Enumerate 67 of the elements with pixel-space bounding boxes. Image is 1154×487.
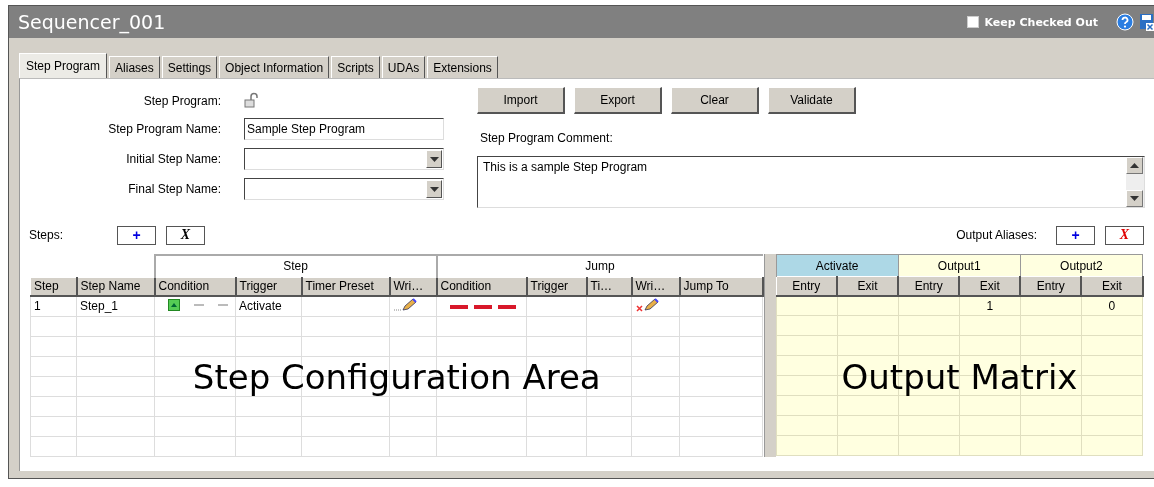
delete-button[interactable]: X bbox=[166, 225, 205, 245]
tab[interactable]: Aliases bbox=[109, 56, 160, 78]
dropdown-button[interactable] bbox=[426, 150, 442, 168]
comment-field[interactable]: This is a sample Step Program bbox=[477, 156, 1145, 208]
floppy-icon[interactable] bbox=[1140, 13, 1154, 31]
delete-button[interactable]: X bbox=[1105, 225, 1144, 245]
column-header[interactable]: Condition bbox=[436, 277, 527, 296]
table-cell: 1 bbox=[30, 296, 77, 316]
column-header[interactable]: Step bbox=[30, 277, 77, 296]
column-header[interactable]: Trigger bbox=[526, 277, 587, 296]
tab[interactable]: Scripts bbox=[331, 56, 380, 78]
column-header[interactable]: Exit bbox=[959, 276, 1021, 296]
dropdown-button[interactable] bbox=[426, 180, 442, 198]
down-arrow-icon bbox=[429, 186, 439, 192]
area-label: Step Configuration Area bbox=[192, 357, 601, 398]
scroll-down-button[interactable] bbox=[1126, 190, 1143, 207]
keep-checked-out-checkbox[interactable]: Keep Checked Out bbox=[966, 15, 1098, 29]
input-field[interactable]: Sample Step Program bbox=[244, 118, 444, 140]
action-button[interactable]: Export bbox=[574, 87, 662, 114]
column-header[interactable]: Exit bbox=[1081, 276, 1143, 296]
add-button[interactable]: + bbox=[117, 225, 156, 245]
output-header[interactable]: Activate bbox=[776, 254, 899, 277]
action-button[interactable]: Import bbox=[477, 87, 565, 114]
up-arrow-icon bbox=[1130, 163, 1139, 168]
column-header[interactable]: Entry bbox=[898, 276, 960, 296]
action-button[interactable]: Clear bbox=[671, 87, 759, 114]
column-header[interactable]: Condition bbox=[154, 277, 236, 296]
tab[interactable]: Step Program bbox=[19, 53, 108, 78]
field-label: Step Program: bbox=[142, 94, 221, 108]
column-header[interactable]: Timer Preset bbox=[301, 277, 390, 296]
field-label: Step Program Name: bbox=[107, 122, 221, 136]
scroll-up-button[interactable] bbox=[1126, 157, 1143, 174]
down-arrow-icon bbox=[1130, 196, 1139, 201]
section-label: Output Aliases: bbox=[956, 228, 1037, 242]
column-header[interactable]: Entry bbox=[1020, 276, 1082, 296]
field-label: Final Step Name: bbox=[127, 182, 221, 196]
table-cell: Step_1 bbox=[76, 296, 155, 316]
dropdown-field[interactable] bbox=[244, 148, 444, 170]
action-button[interactable]: Validate bbox=[768, 87, 856, 114]
section-label: Steps: bbox=[29, 228, 65, 242]
column-header[interactable]: Ti… bbox=[586, 277, 632, 296]
area-label: Output Matrix bbox=[841, 357, 1078, 398]
splitter[interactable] bbox=[763, 254, 776, 457]
tab[interactable]: Object Information bbox=[219, 56, 330, 78]
tab[interactable]: Extensions bbox=[427, 56, 498, 78]
field-label: Step Program Comment: bbox=[480, 131, 614, 147]
padlock-icon bbox=[244, 91, 260, 108]
column-header[interactable]: Wri… bbox=[631, 277, 680, 296]
column-header[interactable]: Wri… bbox=[389, 277, 437, 296]
column-header[interactable]: Jump To bbox=[679, 277, 763, 296]
tab[interactable]: Settings bbox=[161, 56, 218, 78]
output-header[interactable]: Output2 bbox=[1020, 254, 1143, 277]
dropdown-field[interactable] bbox=[244, 178, 444, 200]
column-header[interactable]: Entry bbox=[776, 276, 838, 296]
field-label: Initial Step Name: bbox=[125, 152, 221, 166]
pencil-icon[interactable] bbox=[393, 297, 417, 312]
add-button[interactable]: + bbox=[1056, 225, 1095, 245]
window-title: Sequencer_001 bbox=[18, 11, 167, 33]
help-icon[interactable] bbox=[1116, 13, 1134, 31]
down-arrow-icon bbox=[429, 156, 439, 162]
column-header[interactable]: Trigger bbox=[235, 277, 302, 296]
column-header[interactable]: Exit bbox=[837, 276, 899, 296]
pencil-crossed-icon[interactable] bbox=[635, 297, 659, 312]
column-header[interactable]: Step Name bbox=[76, 277, 155, 296]
output-header[interactable]: Output1 bbox=[898, 254, 1021, 277]
table-cell: Activate bbox=[235, 296, 302, 316]
tab[interactable]: UDAs bbox=[381, 56, 426, 78]
